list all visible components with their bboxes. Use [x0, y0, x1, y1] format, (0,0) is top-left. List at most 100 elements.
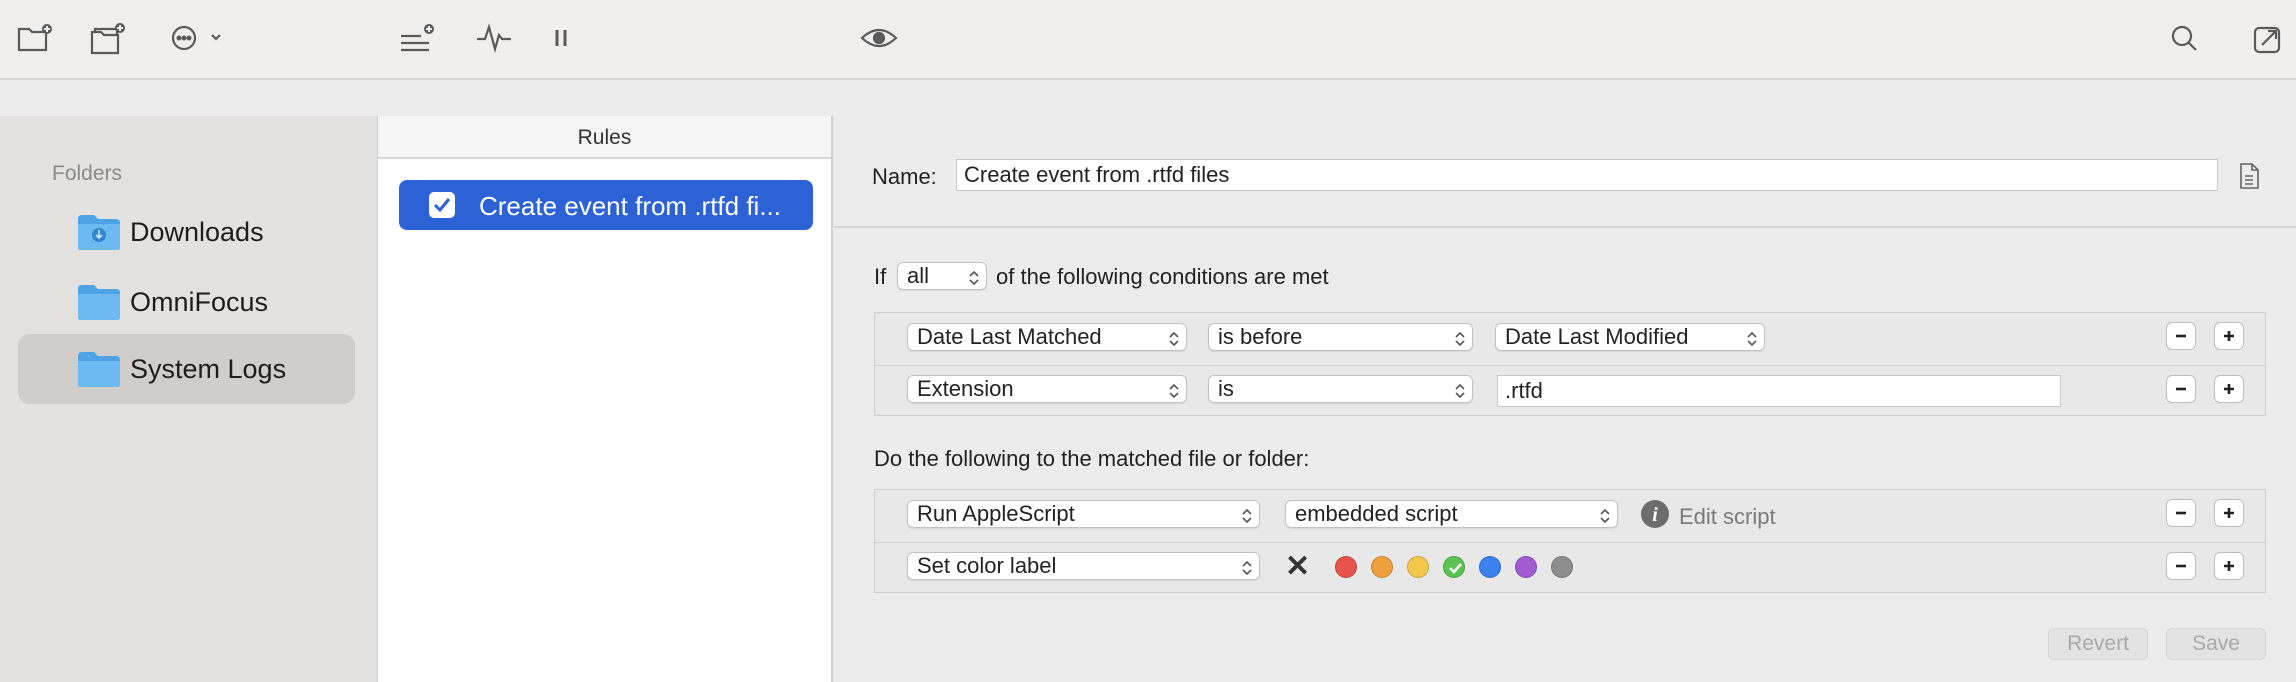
chevron-updown-icon	[1242, 508, 1252, 524]
color-label-dot[interactable]	[1335, 556, 1357, 578]
select-value: Extension	[917, 376, 1014, 401]
add-action-button[interactable]	[2214, 499, 2244, 527]
folder-icon	[78, 352, 120, 387]
add-condition-button[interactable]	[2214, 322, 2244, 350]
color-label-dot[interactable]	[1407, 556, 1429, 578]
checkmark-icon	[1449, 563, 1462, 574]
eye-icon	[860, 28, 898, 48]
select-value: is	[1218, 376, 1234, 401]
folder-stack-add-icon	[90, 23, 125, 55]
condition-operator-select[interactable]: is	[1208, 375, 1473, 403]
chevron-updown-icon	[969, 270, 979, 286]
checkmark-icon	[433, 198, 451, 213]
sidebar-item-label: System Logs	[130, 353, 287, 384]
pause-button[interactable]	[541, 18, 581, 58]
condition-value-field[interactable]: .rtfd	[1497, 375, 2061, 407]
folder-add-icon	[17, 24, 52, 52]
color-label-dot[interactable]	[1479, 556, 1501, 578]
plus-icon	[2224, 508, 2234, 518]
ellipsis-circle-icon	[171, 25, 221, 51]
plus-icon	[2224, 331, 2234, 341]
chevron-updown-icon	[1169, 331, 1179, 347]
add-action-button[interactable]	[2214, 552, 2244, 580]
svg-text:i: i	[1652, 504, 1658, 526]
preview-button[interactable]	[859, 18, 899, 58]
chevron-updown-icon	[1169, 383, 1179, 399]
color-label-dot[interactable]	[1551, 556, 1573, 578]
toolbar	[0, 0, 2296, 80]
color-label-dot[interactable]	[1443, 556, 1465, 578]
rule-enabled-checkbox[interactable]	[429, 192, 455, 218]
search-icon	[2171, 25, 2197, 51]
info-icon[interactable]: i	[1640, 499, 1670, 529]
new-folder-group-button[interactable]	[88, 18, 128, 58]
rule-item-label: Create event from .rtfd fi...	[479, 191, 781, 221]
remove-condition-button[interactable]	[2166, 375, 2196, 403]
script-source-select[interactable]: embedded script	[1285, 500, 1618, 528]
minus-icon	[2176, 564, 2186, 568]
sidebar: Folders Downloads OmniFocus System Logs	[0, 116, 377, 682]
condition-operator-select[interactable]: is before	[1208, 323, 1473, 351]
select-value: is before	[1218, 324, 1303, 349]
remove-condition-button[interactable]	[2166, 322, 2196, 350]
sidebar-item-system-logs[interactable]: System Logs	[18, 334, 355, 404]
activity-button[interactable]	[474, 18, 514, 58]
divider	[874, 542, 2266, 543]
new-folder-button[interactable]	[16, 18, 56, 58]
minus-icon	[2176, 334, 2186, 338]
match-select[interactable]: all	[897, 262, 987, 290]
edit-script-link[interactable]: Edit script	[1679, 504, 1776, 530]
rules-header: Rules	[378, 116, 831, 159]
condition-attribute-select[interactable]: Date Last Matched	[907, 323, 1187, 351]
chevron-updown-icon	[1600, 508, 1610, 524]
select-value: Run AppleScript	[917, 501, 1075, 526]
sidebar-item-downloads[interactable]: Downloads	[18, 197, 355, 267]
rule-name-field[interactable]: Create event from .rtfd files	[956, 159, 2218, 191]
share-icon	[2253, 26, 2281, 54]
if-label: If	[874, 264, 887, 289]
minus-icon	[2176, 387, 2186, 391]
plus-icon	[2224, 384, 2234, 394]
action-select[interactable]: Run AppleScript	[907, 500, 1260, 528]
sidebar-item-omnifocus[interactable]: OmniFocus	[18, 267, 355, 337]
condition-value-select[interactable]: Date Last Modified	[1495, 323, 1765, 351]
name-label: Name:	[872, 164, 937, 189]
divider	[834, 226, 2296, 228]
rule-item[interactable]: Create event from .rtfd fi...	[399, 180, 813, 230]
sidebar-heading: Folders	[52, 162, 123, 185]
actions-heading: Do the following to the matched file or …	[874, 446, 1310, 471]
sidebar-item-label: Downloads	[130, 216, 264, 247]
conditions-suffix: of the following conditions are met	[996, 264, 1329, 289]
more-menu-button[interactable]	[166, 18, 232, 58]
color-label-dot[interactable]	[1515, 556, 1537, 578]
plus-icon	[2224, 561, 2234, 571]
search-button[interactable]	[2165, 18, 2205, 58]
select-value: Set color label	[917, 553, 1057, 578]
chevron-updown-icon	[1242, 560, 1252, 576]
condition-attribute-select[interactable]: Extension	[907, 375, 1187, 403]
remove-action-button[interactable]	[2166, 552, 2196, 580]
add-condition-button[interactable]	[2214, 375, 2244, 403]
save-button[interactable]: Save	[2166, 628, 2266, 660]
rules-list: Rules Create event from .rtfd fi...	[377, 116, 833, 682]
share-button[interactable]	[2247, 18, 2287, 58]
action-select[interactable]: Set color label	[907, 552, 1260, 580]
folder-icon	[78, 285, 120, 320]
remove-action-button[interactable]	[2166, 499, 2196, 527]
color-label-dot[interactable]	[1371, 556, 1393, 578]
select-value: embedded script	[1295, 501, 1458, 526]
chevron-updown-icon	[1455, 331, 1465, 347]
revert-button[interactable]: Revert	[2048, 628, 2148, 660]
sidebar-item-label: OmniFocus	[130, 286, 269, 317]
list-add-icon	[401, 24, 434, 52]
pause-icon	[555, 30, 567, 46]
waveform-icon	[477, 23, 511, 54]
no-color-label-button[interactable]: ✕	[1285, 549, 1310, 584]
divider	[874, 365, 2266, 366]
chevron-updown-icon	[1455, 383, 1465, 399]
add-rule-button[interactable]	[398, 18, 438, 58]
document-icon[interactable]	[2238, 162, 2260, 190]
select-value: Date Last Modified	[1505, 324, 1689, 349]
chevron-updown-icon	[1747, 331, 1757, 347]
select-value: Date Last Matched	[917, 324, 1102, 349]
